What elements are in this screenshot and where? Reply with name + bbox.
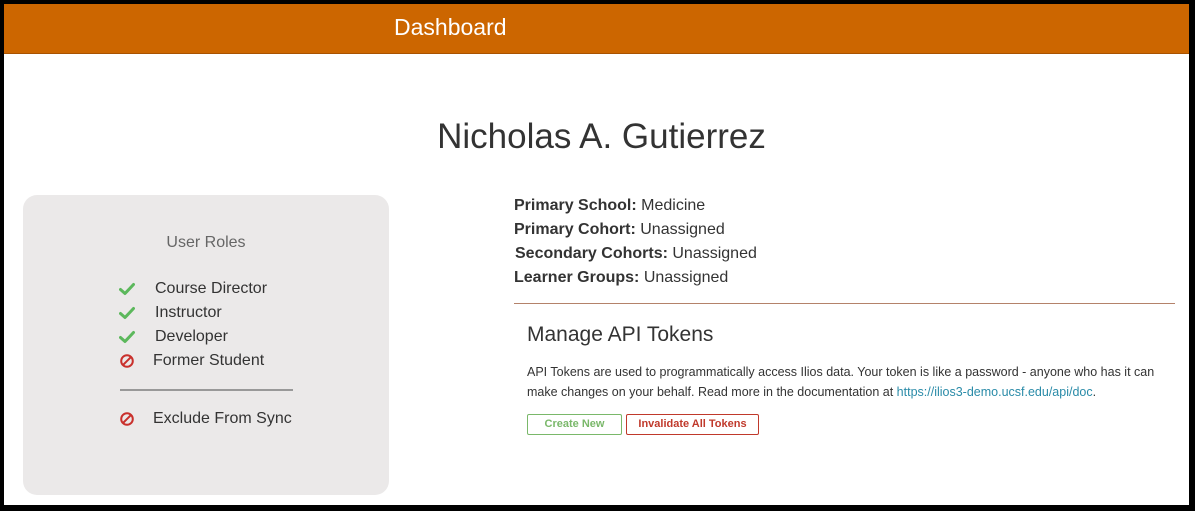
section-divider	[514, 303, 1175, 304]
api-doc-link[interactable]: https://ilios3-demo.ucsf.edu/api/doc	[897, 385, 1093, 399]
role-label: Exclude From Sync	[153, 410, 292, 427]
api-description-end: .	[1092, 385, 1097, 399]
user-name-heading: Nicholas A. Gutierrez	[437, 117, 766, 156]
learner-groups-value: Unassigned	[643, 269, 729, 286]
api-tokens-description: API Tokens are used to programmatically …	[527, 362, 1157, 402]
app-window: Dashboard Nicholas A. Gutierrez User Rol…	[4, 4, 1189, 505]
role-exclude-from-sync: Exclude From Sync	[119, 408, 292, 430]
roles-divider	[120, 389, 293, 391]
page-title[interactable]: Dashboard	[394, 13, 507, 41]
secondary-cohorts-value: Unassigned	[672, 245, 757, 262]
role-label: Instructor	[155, 304, 222, 321]
role-course-director: Course Director	[119, 278, 267, 300]
invalidate-all-tokens-button[interactable]: Invalidate All Tokens	[626, 414, 759, 435]
learner-groups: Learner Groups: Unassigned	[514, 268, 728, 288]
role-label: Course Director	[155, 280, 268, 297]
role-developer: Developer	[119, 326, 228, 348]
primary-school-label: Primary School:	[514, 197, 637, 214]
role-label: Former Student	[153, 352, 265, 369]
user-roles-title: User Roles	[166, 234, 246, 251]
api-tokens-title: Manage API Tokens	[527, 323, 714, 346]
check-icon	[119, 329, 135, 345]
secondary-cohorts-label: Secondary Cohorts:	[515, 245, 668, 262]
check-icon	[119, 281, 135, 297]
role-label: Developer	[155, 328, 228, 345]
primary-school-value: Medicine	[641, 197, 706, 214]
user-roles-panel: User Roles Course Director Instructor De…	[23, 195, 389, 495]
check-icon	[119, 305, 135, 321]
primary-cohort-label: Primary Cohort:	[514, 221, 636, 238]
primary-cohort: Primary Cohort: Unassigned	[514, 220, 725, 240]
role-former-student: Former Student	[119, 350, 264, 372]
secondary-cohorts: Secondary Cohorts: Unassigned	[515, 244, 757, 264]
top-header: Dashboard	[4, 4, 1189, 54]
primary-school: Primary School: Medicine	[514, 196, 705, 216]
ban-icon	[119, 353, 135, 369]
ban-icon	[119, 411, 135, 427]
role-instructor: Instructor	[119, 302, 222, 324]
create-new-button[interactable]: Create New	[527, 414, 622, 435]
learner-groups-label: Learner Groups:	[514, 269, 640, 286]
primary-cohort-value: Unassigned	[640, 221, 725, 238]
